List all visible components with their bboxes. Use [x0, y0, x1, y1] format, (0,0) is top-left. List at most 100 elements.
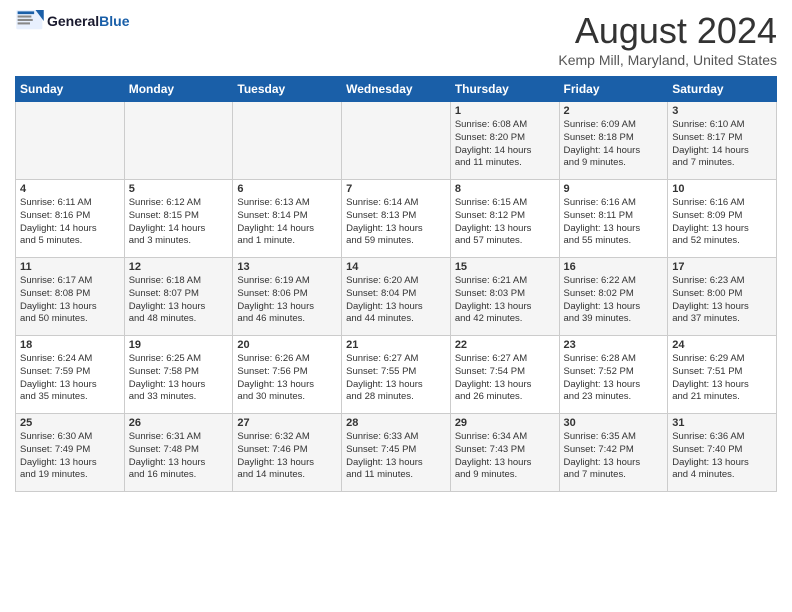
weekday-header-monday: Monday: [124, 77, 233, 102]
day-cell: [233, 102, 342, 180]
day-number: 25: [20, 417, 120, 429]
day-cell: 20 Sunrise: 6:26 AM Sunset: 7:56 PM Dayli…: [233, 336, 342, 414]
day-cell: [342, 102, 451, 180]
day-cell: 9Sunrise: 6:16 AM Sunset: 8:11 PM Daylig…: [559, 180, 668, 258]
day-number: 14: [346, 261, 446, 273]
day-cell: 5 Sunrise: 6:12 AM Sunset: 8:15 PM Daylig…: [124, 180, 233, 258]
day-info: Sunrise: 6:12 AM Sunset: 8:15 PM Dayligh…: [129, 197, 229, 248]
day-info: Sunrise: 6:11 AM Sunset: 8:16 PM Dayligh…: [20, 197, 120, 248]
day-number: 11: [20, 261, 120, 273]
day-number: 18: [20, 339, 120, 351]
day-number: 29: [455, 417, 555, 429]
page-header: GeneralBlue August 2024 Kemp Mill, Maryl…: [15, 10, 777, 68]
day-info: Sunrise: 6:27 AM Sunset: 7:54 PM Dayligh…: [455, 353, 555, 404]
day-info: Sunrise: 6:15 AM Sunset: 8:12 PM Dayligh…: [455, 197, 555, 248]
day-info: Sunrise: 6:20 AM Sunset: 8:04 PM Dayligh…: [346, 275, 446, 326]
day-info: Sunrise: 6:36 AM Sunset: 7:40 PM Dayligh…: [672, 431, 772, 482]
day-number: 6: [237, 183, 337, 195]
day-info: Sunrise: 6:22 AM Sunset: 8:02 PM Dayligh…: [564, 275, 664, 326]
day-cell: 25Sunrise: 6:30 AM Sunset: 7:49 PM Dayli…: [16, 414, 125, 492]
logo-icon: [15, 10, 45, 32]
day-cell: 10 Sunrise: 6:16 AM Sunset: 8:09 PM Dayli…: [668, 180, 777, 258]
day-info: Sunrise: 6:16 AM Sunset: 8:11 PM Dayligh…: [564, 197, 664, 248]
day-cell: 18 Sunrise: 6:24 AM Sunset: 7:59 PM Dayli…: [16, 336, 125, 414]
day-info: Sunrise: 6:14 AM Sunset: 8:13 PM Dayligh…: [346, 197, 446, 248]
day-cell: 28 Sunrise: 6:33 AM Sunset: 7:45 PM Dayli…: [342, 414, 451, 492]
day-info: Sunrise: 6:24 AM Sunset: 7:59 PM Dayligh…: [20, 353, 120, 404]
day-info: Sunrise: 6:21 AM Sunset: 8:03 PM Dayligh…: [455, 275, 555, 326]
week-row-4: 18 Sunrise: 6:24 AM Sunset: 7:59 PM Dayli…: [16, 336, 777, 414]
day-cell: 7 Sunrise: 6:14 AM Sunset: 8:13 PM Daylig…: [342, 180, 451, 258]
calendar-table: SundayMondayTuesdayWednesdayThursdayFrid…: [15, 76, 777, 492]
weekday-header-sunday: Sunday: [16, 77, 125, 102]
day-number: 7: [346, 183, 446, 195]
day-cell: 13Sunrise: 6:19 AM Sunset: 8:06 PM Dayli…: [233, 258, 342, 336]
weekday-header-wednesday: Wednesday: [342, 77, 451, 102]
day-cell: 27 Sunrise: 6:32 AM Sunset: 7:46 PM Dayli…: [233, 414, 342, 492]
page-container: GeneralBlue August 2024 Kemp Mill, Maryl…: [0, 0, 792, 502]
day-info: Sunrise: 6:28 AM Sunset: 7:52 PM Dayligh…: [564, 353, 664, 404]
day-number: 20: [237, 339, 337, 351]
day-cell: [16, 102, 125, 180]
day-number: 2: [564, 105, 664, 117]
day-number: 1: [455, 105, 555, 117]
day-number: 5: [129, 183, 229, 195]
day-number: 17: [672, 261, 772, 273]
weekday-header-tuesday: Tuesday: [233, 77, 342, 102]
week-row-5: 25Sunrise: 6:30 AM Sunset: 7:49 PM Dayli…: [16, 414, 777, 492]
day-cell: 16 Sunrise: 6:22 AM Sunset: 8:02 PM Dayli…: [559, 258, 668, 336]
day-cell: 1 Sunrise: 6:08 AM Sunset: 8:20 PM Daylig…: [450, 102, 559, 180]
day-cell: 31 Sunrise: 6:36 AM Sunset: 7:40 PM Dayli…: [668, 414, 777, 492]
week-row-2: 4Sunrise: 6:11 AM Sunset: 8:16 PM Daylig…: [16, 180, 777, 258]
day-number: 16: [564, 261, 664, 273]
day-cell: 24 Sunrise: 6:29 AM Sunset: 7:51 PM Dayli…: [668, 336, 777, 414]
day-info: Sunrise: 6:10 AM Sunset: 8:17 PM Dayligh…: [672, 119, 772, 170]
week-row-1: 1 Sunrise: 6:08 AM Sunset: 8:20 PM Daylig…: [16, 102, 777, 180]
day-info: Sunrise: 6:32 AM Sunset: 7:46 PM Dayligh…: [237, 431, 337, 482]
title-block: August 2024 Kemp Mill, Maryland, United …: [558, 10, 777, 68]
day-number: 27: [237, 417, 337, 429]
day-info: Sunrise: 6:08 AM Sunset: 8:20 PM Dayligh…: [455, 119, 555, 170]
day-cell: 2 Sunrise: 6:09 AM Sunset: 8:18 PM Daylig…: [559, 102, 668, 180]
day-number: 15: [455, 261, 555, 273]
weekday-header-row: SundayMondayTuesdayWednesdayThursdayFrid…: [16, 77, 777, 102]
day-info: Sunrise: 6:25 AM Sunset: 7:58 PM Dayligh…: [129, 353, 229, 404]
day-number: 31: [672, 417, 772, 429]
day-number: 21: [346, 339, 446, 351]
day-cell: 29 Sunrise: 6:34 AM Sunset: 7:43 PM Dayli…: [450, 414, 559, 492]
day-info: Sunrise: 6:26 AM Sunset: 7:56 PM Dayligh…: [237, 353, 337, 404]
day-number: 8: [455, 183, 555, 195]
day-info: Sunrise: 6:33 AM Sunset: 7:45 PM Dayligh…: [346, 431, 446, 482]
day-cell: 4Sunrise: 6:11 AM Sunset: 8:16 PM Daylig…: [16, 180, 125, 258]
logo: GeneralBlue: [15, 10, 129, 32]
day-info: Sunrise: 6:16 AM Sunset: 8:09 PM Dayligh…: [672, 197, 772, 248]
day-info: Sunrise: 6:09 AM Sunset: 8:18 PM Dayligh…: [564, 119, 664, 170]
day-cell: 3Sunrise: 6:10 AM Sunset: 8:17 PM Daylig…: [668, 102, 777, 180]
day-cell: 30Sunrise: 6:35 AM Sunset: 7:42 PM Dayli…: [559, 414, 668, 492]
weekday-header-thursday: Thursday: [450, 77, 559, 102]
day-info: Sunrise: 6:29 AM Sunset: 7:51 PM Dayligh…: [672, 353, 772, 404]
day-info: Sunrise: 6:34 AM Sunset: 7:43 PM Dayligh…: [455, 431, 555, 482]
day-info: Sunrise: 6:23 AM Sunset: 8:00 PM Dayligh…: [672, 275, 772, 326]
day-cell: 14 Sunrise: 6:20 AM Sunset: 8:04 PM Dayli…: [342, 258, 451, 336]
day-cell: 15 Sunrise: 6:21 AM Sunset: 8:03 PM Dayli…: [450, 258, 559, 336]
weekday-header-friday: Friday: [559, 77, 668, 102]
day-info: Sunrise: 6:19 AM Sunset: 8:06 PM Dayligh…: [237, 275, 337, 326]
day-info: Sunrise: 6:18 AM Sunset: 8:07 PM Dayligh…: [129, 275, 229, 326]
day-info: Sunrise: 6:31 AM Sunset: 7:48 PM Dayligh…: [129, 431, 229, 482]
day-info: Sunrise: 6:27 AM Sunset: 7:55 PM Dayligh…: [346, 353, 446, 404]
day-cell: 17 Sunrise: 6:23 AM Sunset: 8:00 PM Dayli…: [668, 258, 777, 336]
day-number: 28: [346, 417, 446, 429]
day-cell: 11Sunrise: 6:17 AM Sunset: 8:08 PM Dayli…: [16, 258, 125, 336]
day-info: Sunrise: 6:13 AM Sunset: 8:14 PM Dayligh…: [237, 197, 337, 248]
day-number: 24: [672, 339, 772, 351]
day-number: 30: [564, 417, 664, 429]
weekday-header-saturday: Saturday: [668, 77, 777, 102]
day-number: 10: [672, 183, 772, 195]
day-number: 12: [129, 261, 229, 273]
month-year-title: August 2024: [558, 10, 777, 52]
day-cell: 8 Sunrise: 6:15 AM Sunset: 8:12 PM Daylig…: [450, 180, 559, 258]
day-cell: [124, 102, 233, 180]
day-cell: 26Sunrise: 6:31 AM Sunset: 7:48 PM Dayli…: [124, 414, 233, 492]
day-number: 22: [455, 339, 555, 351]
